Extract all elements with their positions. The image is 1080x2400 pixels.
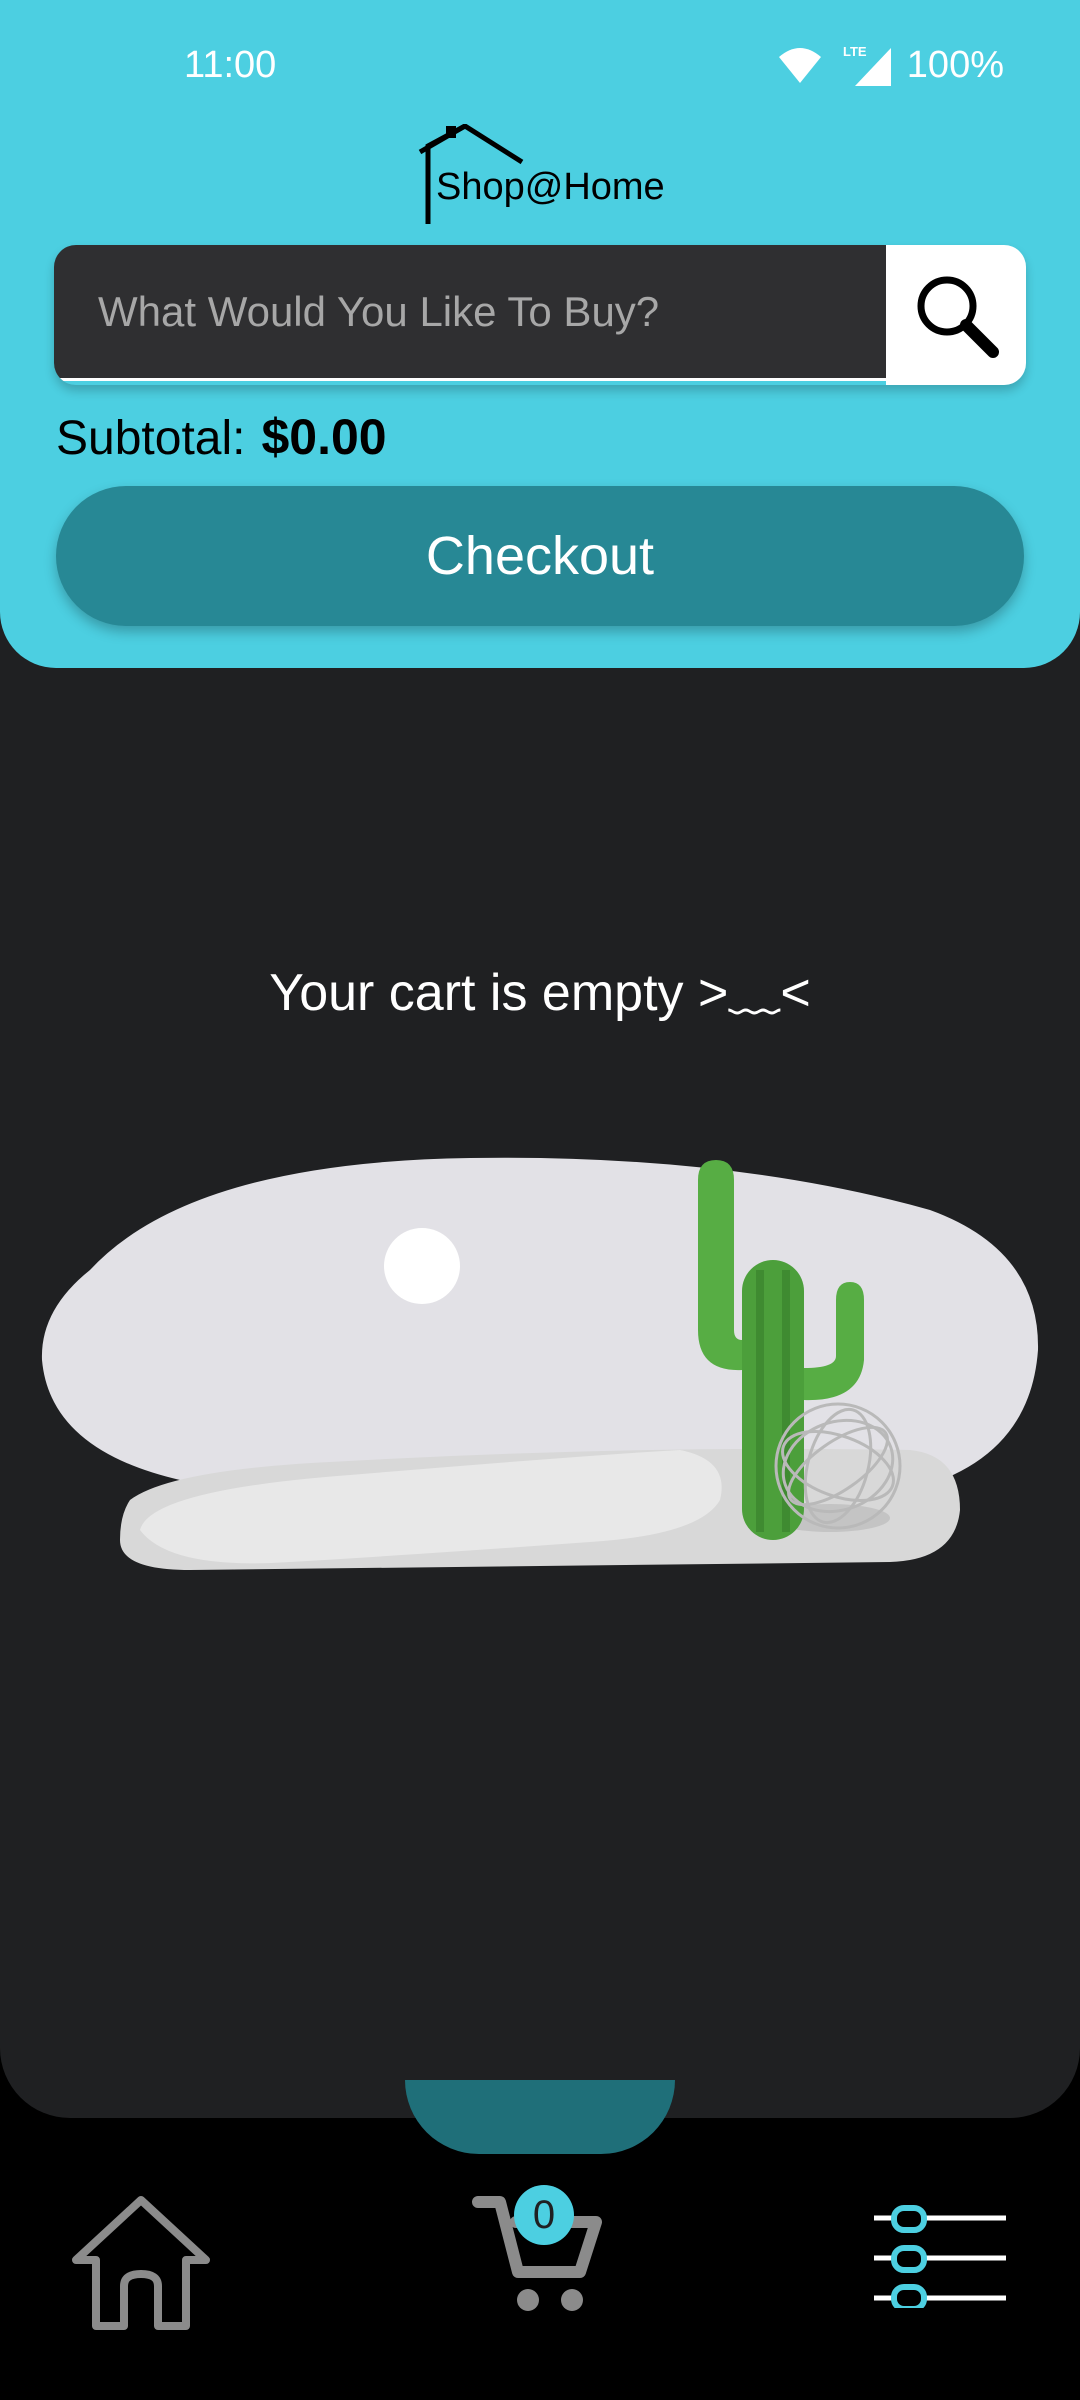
subtotal-value: $0.00 — [261, 409, 387, 465]
status-bar: 11:00 LTE 100% — [0, 0, 1080, 130]
wifi-icon — [778, 48, 821, 83]
search-button[interactable] — [886, 245, 1026, 385]
search-input[interactable] — [54, 245, 886, 381]
menu-icon[interactable] — [870, 2198, 1020, 2308]
status-icons: LTE 100% — [777, 42, 1004, 88]
status-time: 11:00 — [184, 44, 277, 86]
nav-center-tab — [405, 2080, 675, 2154]
signal-lte-icon: LTE — [843, 44, 891, 86]
empty-desert-illustration — [41, 1157, 1039, 1570]
checkout-button[interactable]: Checkout — [56, 486, 1024, 626]
checkout-label: Checkout — [425, 526, 655, 586]
battery-level: 100% — [906, 43, 1004, 86]
main-content: 11:00 LTE 100% Shop@Home What Would You … — [0, 0, 1080, 2118]
app-logo-text: Shop@Home — [436, 166, 665, 208]
home-icon[interactable] — [66, 2188, 216, 2338]
cart-count-badge: 0 — [514, 2185, 574, 2245]
subtotal: Subtotal: $0.00 — [56, 408, 387, 466]
search-icon — [917, 276, 999, 358]
svg-text:LTE: LTE — [843, 44, 867, 59]
subtotal-label: Subtotal: — [56, 412, 246, 465]
header: 11:00 LTE 100% Shop@Home What Would You … — [0, 0, 1080, 668]
empty-cart-message: Your cart is empty >﹏< — [269, 964, 811, 1022]
search-bar — [54, 245, 1026, 385]
